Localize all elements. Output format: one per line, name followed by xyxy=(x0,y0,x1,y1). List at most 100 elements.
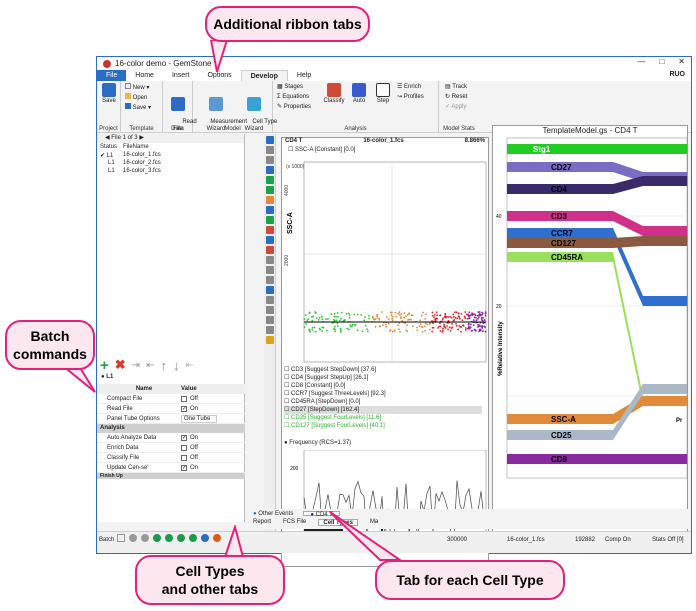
batch-list-icon[interactable]: ⇤ xyxy=(185,360,193,371)
tab-other-events[interactable]: ● Other Events xyxy=(253,511,293,517)
app-window: 16-color demo - GemStone — □ ✕ File Home… xyxy=(96,56,692,567)
reset-button[interactable]: ↻ Reset xyxy=(445,93,467,101)
callout-tab-each: Tab for each Cell Type xyxy=(375,560,565,600)
move-down-icon[interactable]: ↓ xyxy=(173,358,180,373)
tool-icon-4[interactable] xyxy=(265,176,274,184)
tool-icon-7[interactable] xyxy=(265,206,274,214)
tool-icon-11[interactable] xyxy=(265,246,274,254)
checkbox-checked[interactable]: ✓ xyxy=(181,405,187,412)
checkbox[interactable] xyxy=(181,454,187,461)
indent-icon[interactable]: ⇥ xyxy=(132,360,140,371)
tool-icon-2[interactable] xyxy=(265,156,274,164)
property-row[interactable]: Auto Analyze Data ✓ On xyxy=(97,433,245,443)
stop-icon[interactable] xyxy=(117,534,125,542)
step-button[interactable]: Step xyxy=(373,83,393,105)
next-file-icon[interactable]: ▶ xyxy=(139,135,144,141)
checkbox-checked[interactable]: ✓ xyxy=(181,434,187,441)
tool-icon-12[interactable] xyxy=(265,256,274,264)
tab-home[interactable]: Home xyxy=(126,70,163,81)
section-finish-up[interactable]: Finish Up xyxy=(97,473,245,479)
checkbox[interactable] xyxy=(181,444,187,451)
tab-help[interactable]: Help xyxy=(288,70,320,81)
prev-file-icon[interactable]: ◀ xyxy=(105,135,110,141)
stages-button[interactable]: ▦ Stages xyxy=(277,83,303,91)
tool-icon-17[interactable] xyxy=(265,306,274,314)
play-icon[interactable] xyxy=(153,534,161,542)
param-selector[interactable]: ☐ SSC-A [Constant] [0.0] xyxy=(282,146,488,154)
tool-icon-9[interactable] xyxy=(265,226,274,234)
move-up-icon[interactable]: ↑ xyxy=(160,358,167,373)
prev-icon[interactable] xyxy=(141,534,149,542)
legend-item[interactable]: ☐ CD45RA [StepDown] [0.0] xyxy=(284,398,482,406)
maximize-icon[interactable]: □ xyxy=(659,57,664,66)
tool-icon-5[interactable] xyxy=(265,186,274,194)
profiles-button[interactable]: ↝ Profiles xyxy=(397,93,424,101)
legend-item[interactable]: ☐ CD8 [Constant] [0.0] xyxy=(284,382,482,390)
callout-batch: Batch commands xyxy=(5,320,95,370)
save-project-button[interactable]: Save xyxy=(100,83,118,105)
classify-button[interactable]: Classify xyxy=(321,83,347,105)
first-icon[interactable] xyxy=(129,534,137,542)
equations-button[interactable]: Σ Equations xyxy=(277,93,309,101)
table-row[interactable]: L1 16-color_2.fcs xyxy=(97,159,164,167)
legend-item[interactable]: ☐ CD4 [Suggest StepUp] [26.1] xyxy=(284,374,482,382)
psm-band-label: CCR7 xyxy=(551,229,573,238)
legend-item[interactable]: ☐ CD27 [StepDown] [162.4] xyxy=(284,406,482,414)
tab-file[interactable]: File xyxy=(97,70,127,81)
legend-item[interactable]: ☐ CD3 [Suggest StepDown] [37.6] xyxy=(284,366,482,374)
panel-tube-select[interactable]: One Tube xyxy=(181,414,218,423)
batch-label: Batch xyxy=(99,537,115,543)
enrich-button[interactable]: ☰ Enrich xyxy=(397,83,421,91)
properties-button[interactable]: ✎ Properties xyxy=(277,103,311,111)
tab-report[interactable]: Report xyxy=(253,519,271,526)
table-row[interactable]: L1 16-color_3.fcs xyxy=(97,167,164,175)
minimize-icon[interactable]: — xyxy=(637,57,645,66)
checkbox[interactable] xyxy=(181,395,187,402)
template-new-button[interactable]: New ▾ xyxy=(125,83,149,92)
tool-icon-8[interactable] xyxy=(265,216,274,224)
auto-button[interactable]: Auto xyxy=(349,83,369,105)
close-icon[interactable]: ✕ xyxy=(678,57,685,66)
track-button[interactable]: ▤ Track xyxy=(445,83,467,91)
tool-icon-14[interactable] xyxy=(265,276,274,284)
property-row[interactable]: Enrich Data Off xyxy=(97,443,245,453)
play-all-icon[interactable] xyxy=(165,534,173,542)
legend-item[interactable]: ☐ CCR7 [Suggest ThreeLevels] [92.3] xyxy=(284,390,482,398)
tool-icon-15[interactable] xyxy=(265,286,274,294)
property-row[interactable]: Compact File Off xyxy=(97,394,245,404)
tab-fcs-file[interactable]: FCS File xyxy=(283,519,306,526)
tool-icon-13[interactable] xyxy=(265,266,274,274)
legend-item[interactable]: ☐ CD25 [Suggest FourLevels] [11.6] xyxy=(284,414,482,422)
legend-item[interactable]: ☐ CD127 [Suggest FourLevels] [40.1] xyxy=(284,422,482,430)
tab-insert[interactable]: Insert xyxy=(163,70,199,81)
property-row[interactable]: Update Cen-se' ✓ On xyxy=(97,463,245,473)
tool-icon-0[interactable] xyxy=(265,136,274,144)
property-row[interactable]: Read File ✓ On xyxy=(97,404,245,414)
tool-icon-3[interactable] xyxy=(265,166,274,174)
delete-icon[interactable]: ✖ xyxy=(115,357,126,373)
ribbon-tabs: File Home Insert Options Develop Help RU… xyxy=(97,70,691,81)
property-header: Name Value xyxy=(97,384,245,394)
tool-icon-18[interactable] xyxy=(265,316,274,324)
outdent-icon[interactable]: ⇤ xyxy=(146,360,154,371)
tool-icon-6[interactable] xyxy=(265,196,274,204)
col-status: Status xyxy=(100,144,118,150)
section-analysis[interactable]: Analysis xyxy=(97,424,245,433)
batch-item[interactable]: ● L1 xyxy=(97,374,245,382)
tool-icon-16[interactable] xyxy=(265,296,274,304)
tool-icon-20[interactable] xyxy=(265,336,274,344)
psm-band-cd8[interactable] xyxy=(507,454,687,464)
template-save-button[interactable]: Save ▾ xyxy=(125,103,151,112)
view-tabs: Report FCS File Cell Types Ma xyxy=(247,518,691,527)
property-row[interactable]: Panel Tube Options One Tube xyxy=(97,414,245,424)
apply-button[interactable]: ✓ Apply xyxy=(445,103,466,111)
tool-icon-10[interactable] xyxy=(265,236,274,244)
checkbox-checked[interactable]: ✓ xyxy=(181,464,187,471)
tab-develop[interactable]: Develop xyxy=(240,70,288,81)
tool-icon-1[interactable] xyxy=(265,146,274,154)
tool-icon-19[interactable] xyxy=(265,326,274,334)
template-open-button[interactable]: Open xyxy=(125,93,147,102)
next-icon[interactable] xyxy=(177,534,185,542)
property-row[interactable]: Classify File Off xyxy=(97,453,245,463)
table-row[interactable]: ✔ L1 16-color_1.fcs xyxy=(97,151,164,159)
